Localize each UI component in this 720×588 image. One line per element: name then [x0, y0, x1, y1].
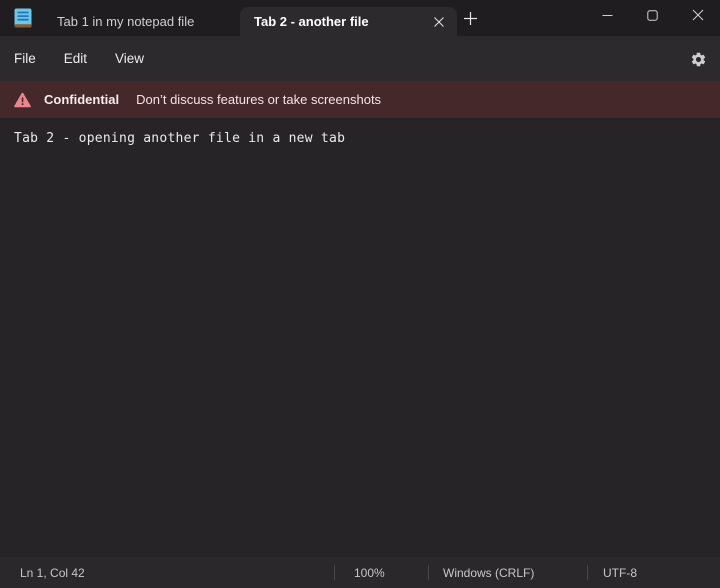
tab-2-label: Tab 2 - another file [254, 14, 369, 29]
settings-button[interactable] [688, 49, 708, 69]
editor-text: Tab 2 - opening another file in a new ta… [14, 131, 345, 146]
tab-1[interactable]: Tab 1 in my notepad file [44, 7, 232, 36]
menu-file[interactable]: File [5, 44, 45, 73]
close-button[interactable] [675, 0, 720, 30]
status-bar: Ln 1, Col 42 100% Windows (CRLF) UTF-8 [0, 557, 720, 588]
notepad-window: Tab 1 in my notepad file Tab 2 - another… [0, 0, 720, 588]
encoding: UTF-8 [603, 566, 637, 580]
gear-icon [690, 51, 707, 68]
zoom-level: 100% [354, 566, 385, 580]
line-ending: Windows (CRLF) [443, 566, 534, 580]
minimize-button[interactable] [585, 0, 630, 30]
titlebar: Tab 1 in my notepad file Tab 2 - another… [0, 0, 720, 36]
menu-view[interactable]: View [106, 44, 153, 73]
status-divider [428, 565, 429, 580]
tab-1-label: Tab 1 in my notepad file [57, 14, 194, 29]
confidential-banner: Confidential Don’t discuss features or t… [0, 81, 720, 118]
close-icon [692, 9, 704, 21]
plus-icon [463, 11, 478, 26]
maximize-button[interactable] [630, 0, 675, 30]
editor[interactable]: Tab 2 - opening another file in a new ta… [0, 118, 720, 557]
new-tab-button[interactable] [461, 9, 479, 27]
status-divider [334, 565, 335, 580]
banner-title: Confidential [44, 92, 119, 107]
cursor-position: Ln 1, Col 42 [20, 566, 85, 580]
status-divider [587, 565, 588, 580]
maximize-icon [647, 10, 658, 21]
minimize-icon [602, 10, 613, 21]
tab-2[interactable]: Tab 2 - another file [240, 7, 457, 36]
banner-message: Don’t discuss features or take screensho… [136, 92, 381, 107]
window-controls [585, 0, 720, 30]
menu-edit[interactable]: Edit [55, 44, 96, 73]
notepad-app-icon [14, 8, 32, 28]
tab-close-icon[interactable] [431, 14, 447, 30]
warning-triangle-icon [14, 92, 31, 108]
menubar: File Edit View [0, 36, 720, 81]
